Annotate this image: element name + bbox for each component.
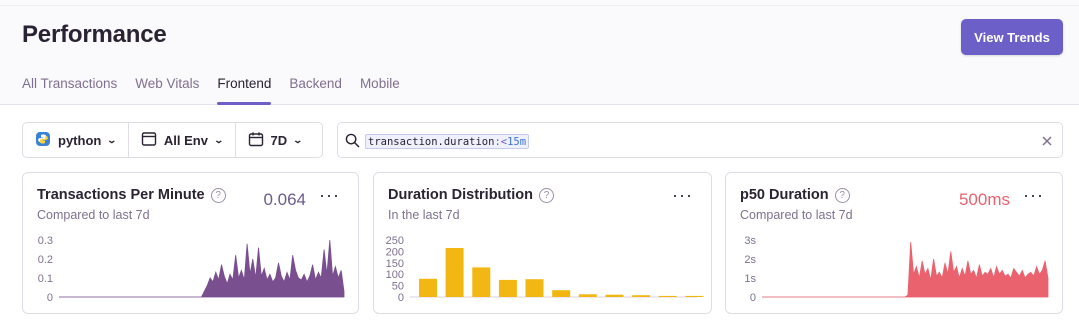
chevron-down-icon: ⌄ (106, 134, 118, 145)
chevron-down-icon: ⌄ (292, 134, 304, 145)
tab-web-vitals[interactable]: Web Vitals (135, 76, 199, 105)
calendar-icon (248, 131, 264, 150)
bar[interactable] (632, 295, 651, 297)
bar[interactable] (419, 278, 437, 297)
bar[interactable] (552, 290, 571, 297)
y-axis-tick-label: 0.3 (38, 235, 53, 247)
bar[interactable] (605, 294, 624, 297)
widget-value: 0.064 (263, 190, 306, 209)
widget-subtitle: Compared to last 7d (740, 208, 853, 222)
page-filter-bar: python ⌄ All Env ⌄ 7D ⌄ (22, 122, 323, 158)
more-options-icon[interactable]: ··· (1023, 186, 1044, 204)
tab-mobile[interactable]: Mobile (360, 76, 400, 105)
widget-title: Duration Distribution? (388, 187, 554, 203)
p50-duration-widget: p50 Duration? Compared to last 7d 500ms … (725, 172, 1063, 314)
duration-distribution-chart: 250200150100500 (386, 235, 704, 304)
search-icon (345, 133, 360, 153)
environment-selector[interactable]: All Env ⌄ (127, 123, 235, 157)
widget-title-text: p50 Duration (740, 187, 829, 203)
duration-distribution-widget: Duration Distribution? In the last 7d ··… (373, 172, 712, 314)
bar[interactable] (685, 295, 704, 297)
search-token-value: 15m (507, 136, 527, 148)
bar[interactable] (498, 279, 517, 297)
question-circle-icon[interactable]: ? (539, 187, 554, 203)
y-axis-tick-label: 1s (744, 273, 756, 285)
search-bar[interactable]: transaction.duration:<15m (337, 122, 1063, 158)
y-axis-tick-label: 3s (744, 235, 756, 247)
date-range-label: 7D (270, 132, 288, 148)
tpm-widget: Transactions Per Minute? Compared to las… (22, 172, 359, 314)
tab-all-transactions[interactable]: All Transactions (22, 76, 117, 105)
widget-subtitle: Compared to last 7d (37, 208, 150, 222)
python-project-icon (35, 131, 51, 150)
search-token[interactable]: transaction.duration:<15m (365, 134, 530, 149)
question-circle-icon[interactable]: ? (210, 187, 226, 203)
y-axis-tick-label: 250 (386, 235, 404, 247)
window-icon (141, 131, 157, 150)
question-circle-icon[interactable]: ? (834, 187, 850, 203)
bar[interactable] (658, 295, 677, 297)
widget-subtitle: In the last 7d (388, 208, 460, 222)
widget-title: Transactions Per Minute? (37, 187, 226, 203)
y-axis-tick-label: 0 (750, 292, 756, 304)
project-label: python (58, 132, 102, 148)
search-token-operator: :< (494, 136, 508, 148)
y-axis-tick-label: 150 (386, 258, 404, 270)
bar[interactable] (472, 267, 491, 297)
bar[interactable] (525, 279, 544, 297)
view-trends-button[interactable]: View Trends (961, 19, 1063, 55)
widget-value: 500ms (958, 190, 1010, 209)
search-token-key: transaction.duration (368, 136, 495, 148)
more-options-icon[interactable]: ··· (319, 186, 340, 204)
chevron-down-icon: ⌄ (213, 134, 225, 145)
tab-bar: All Transactions Web Vitals Frontend Bac… (22, 76, 400, 105)
date-range-selector[interactable]: 7D ⌄ (234, 123, 314, 157)
more-options-icon[interactable]: ··· (672, 186, 693, 204)
y-axis-tick-label: 0 (47, 292, 53, 304)
environment-label: All Env (163, 132, 208, 148)
widget-title-text: Transactions Per Minute (37, 187, 205, 203)
series-area (59, 239, 345, 298)
y-axis-tick-label: 100 (386, 269, 404, 281)
page-title: Performance (22, 21, 167, 48)
y-axis-tick-label: 0 (398, 292, 404, 304)
series-area (762, 241, 1049, 298)
project-selector[interactable]: python ⌄ (23, 123, 128, 157)
tpm-chart: 0.3 0.2 0.1 0 (38, 235, 345, 304)
page-header: Performance View Trends All Transactions… (0, 0, 1079, 105)
y-axis-tick-label: 200 (386, 246, 404, 258)
bar[interactable] (445, 248, 464, 297)
close-icon[interactable] (1041, 134, 1053, 152)
bar[interactable] (578, 294, 597, 297)
y-axis-tick-label: 50 (392, 281, 404, 293)
widget-title-text: Duration Distribution (388, 187, 533, 203)
widget-title: p50 Duration? (740, 187, 850, 203)
p50-duration-chart: 3s 2s 1s 0 (744, 235, 1049, 304)
y-axis-tick-label: 0.1 (38, 273, 53, 285)
y-axis-tick-label: 0.2 (38, 254, 53, 266)
tab-frontend[interactable]: Frontend (217, 76, 272, 105)
y-axis-tick-label: 2s (744, 254, 756, 266)
tab-backend[interactable]: Backend (289, 76, 342, 105)
